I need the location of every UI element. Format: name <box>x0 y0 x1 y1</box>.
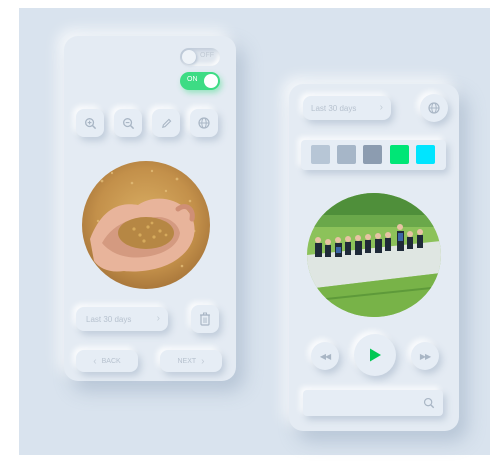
globe-button[interactable] <box>190 109 218 137</box>
zoom-out-icon <box>122 117 134 129</box>
color-swatch-1[interactable] <box>311 145 330 164</box>
trash-icon <box>200 312 210 326</box>
toggle-off-switch[interactable]: OFF <box>180 48 220 66</box>
chevron-left-icon: ‹ <box>93 355 97 367</box>
zoom-in-icon <box>84 117 96 129</box>
rewind-button[interactable]: ◀◀ <box>311 342 339 370</box>
toggle-on-label: ON <box>187 76 198 83</box>
color-swatch-3[interactable] <box>363 145 382 164</box>
search-input[interactable] <box>303 390 443 416</box>
globe-icon <box>428 102 440 114</box>
right-phone-card: Last 30 days › ◀◀ ▶▶ <box>289 84 459 431</box>
fast-forward-button[interactable]: ▶▶ <box>411 342 439 370</box>
next-button[interactable]: NEXT › <box>160 350 222 372</box>
color-swatch-4[interactable] <box>390 145 409 164</box>
play-icon <box>370 348 381 362</box>
globe-button[interactable] <box>420 94 448 122</box>
chevron-right-icon: › <box>379 102 383 113</box>
play-button[interactable] <box>354 334 396 376</box>
search-icon <box>423 397 435 409</box>
color-swatch-5[interactable] <box>416 145 435 164</box>
delete-button[interactable] <box>191 305 219 333</box>
pencil-icon <box>161 118 171 128</box>
period-dropdown[interactable]: Last 30 days › <box>76 307 168 331</box>
left-phone-card: OFF ON Last 30 days › ‹ BACK NEXT › <box>64 36 236 381</box>
chevron-right-icon: › <box>156 313 160 324</box>
edit-button[interactable] <box>152 109 180 137</box>
back-button[interactable]: ‹ BACK <box>76 350 138 372</box>
back-button-label: BACK <box>101 357 121 365</box>
next-button-label: NEXT <box>177 357 197 365</box>
fast-forward-icon: ▶▶ <box>419 351 431 361</box>
rice-field-photo <box>307 193 441 317</box>
background-stage: OFF ON Last 30 days › ‹ BACK NEXT › Last… <box>19 8 490 455</box>
grain-in-hand-photo <box>82 161 210 289</box>
toggle-knob <box>182 50 196 64</box>
color-swatch-bar <box>301 140 446 170</box>
toggle-on-switch[interactable]: ON <box>180 72 220 90</box>
zoom-in-button[interactable] <box>76 109 104 137</box>
period-dropdown-label: Last 30 days <box>86 314 132 324</box>
rewind-icon: ◀◀ <box>319 351 331 361</box>
zoom-out-button[interactable] <box>114 109 142 137</box>
chevron-right-icon: › <box>201 355 205 367</box>
period-dropdown-label: Last 30 days <box>311 103 357 113</box>
toggle-knob <box>204 74 218 88</box>
globe-icon <box>198 117 210 129</box>
period-dropdown[interactable]: Last 30 days › <box>303 96 391 120</box>
toggle-off-label: OFF <box>200 52 214 59</box>
color-swatch-2[interactable] <box>337 145 356 164</box>
